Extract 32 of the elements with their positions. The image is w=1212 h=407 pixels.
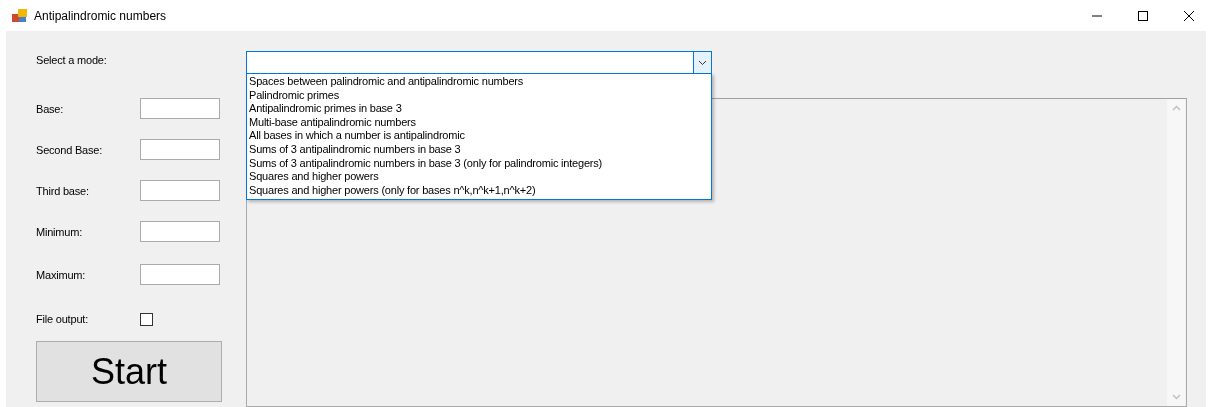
mode-dropdown[interactable] (246, 51, 712, 74)
dropdown-option[interactable]: Spaces between palindromic and antipalindromic numbers (247, 75, 711, 89)
input-field[interactable] (140, 264, 220, 285)
input-field[interactable] (140, 98, 220, 119)
field-label: File output: (36, 313, 90, 325)
input-field[interactable] (140, 180, 220, 201)
scroll-down-icon (1171, 394, 1181, 400)
field-label: Minimum: (36, 225, 84, 238)
dropdown-option[interactable]: All bases in which a number is antipalindromic (247, 129, 711, 143)
dropdown-option[interactable]: Antipalindromic primes in base 3 (247, 102, 711, 116)
input-field[interactable] (140, 221, 220, 242)
field-label: Maximum: (36, 268, 87, 281)
field-label: Third base: (36, 184, 90, 197)
dropdown-option[interactable]: Palindromic primes (247, 88, 711, 103)
dropdown-option[interactable]: Sums of 3 antipalindromic numbers in base 3 (247, 142, 711, 157)
scrollbar[interactable] (1167, 99, 1185, 406)
field-label: Base: (36, 102, 65, 115)
dropdown-option[interactable]: Squares and higher powers (247, 170, 711, 184)
scroll-up-icon (1171, 105, 1181, 111)
window-title: Antipalindromic numbers (34, 8, 168, 23)
checkbox[interactable] (140, 312, 153, 326)
close-icon (1184, 10, 1194, 21)
dropdown-option[interactable]: Sums of 3 antipalindromic numbers in base 3 (only for palindromic integers) (247, 156, 711, 171)
field-label: Select a mode: (36, 53, 108, 66)
field-label: Second Base: (36, 143, 104, 156)
start-button[interactable]: Start (36, 341, 222, 402)
app-icon (12, 8, 28, 23)
input-field[interactable] (140, 139, 220, 160)
dropdown-option[interactable]: Multi-base antipalindromic numbers (247, 115, 711, 130)
dropdown-option[interactable]: Squares and higher powers (only for bases n^k,n^k+1,n^k+2) (247, 183, 711, 198)
maximize-icon (1138, 10, 1148, 21)
caret-icon (698, 59, 707, 66)
